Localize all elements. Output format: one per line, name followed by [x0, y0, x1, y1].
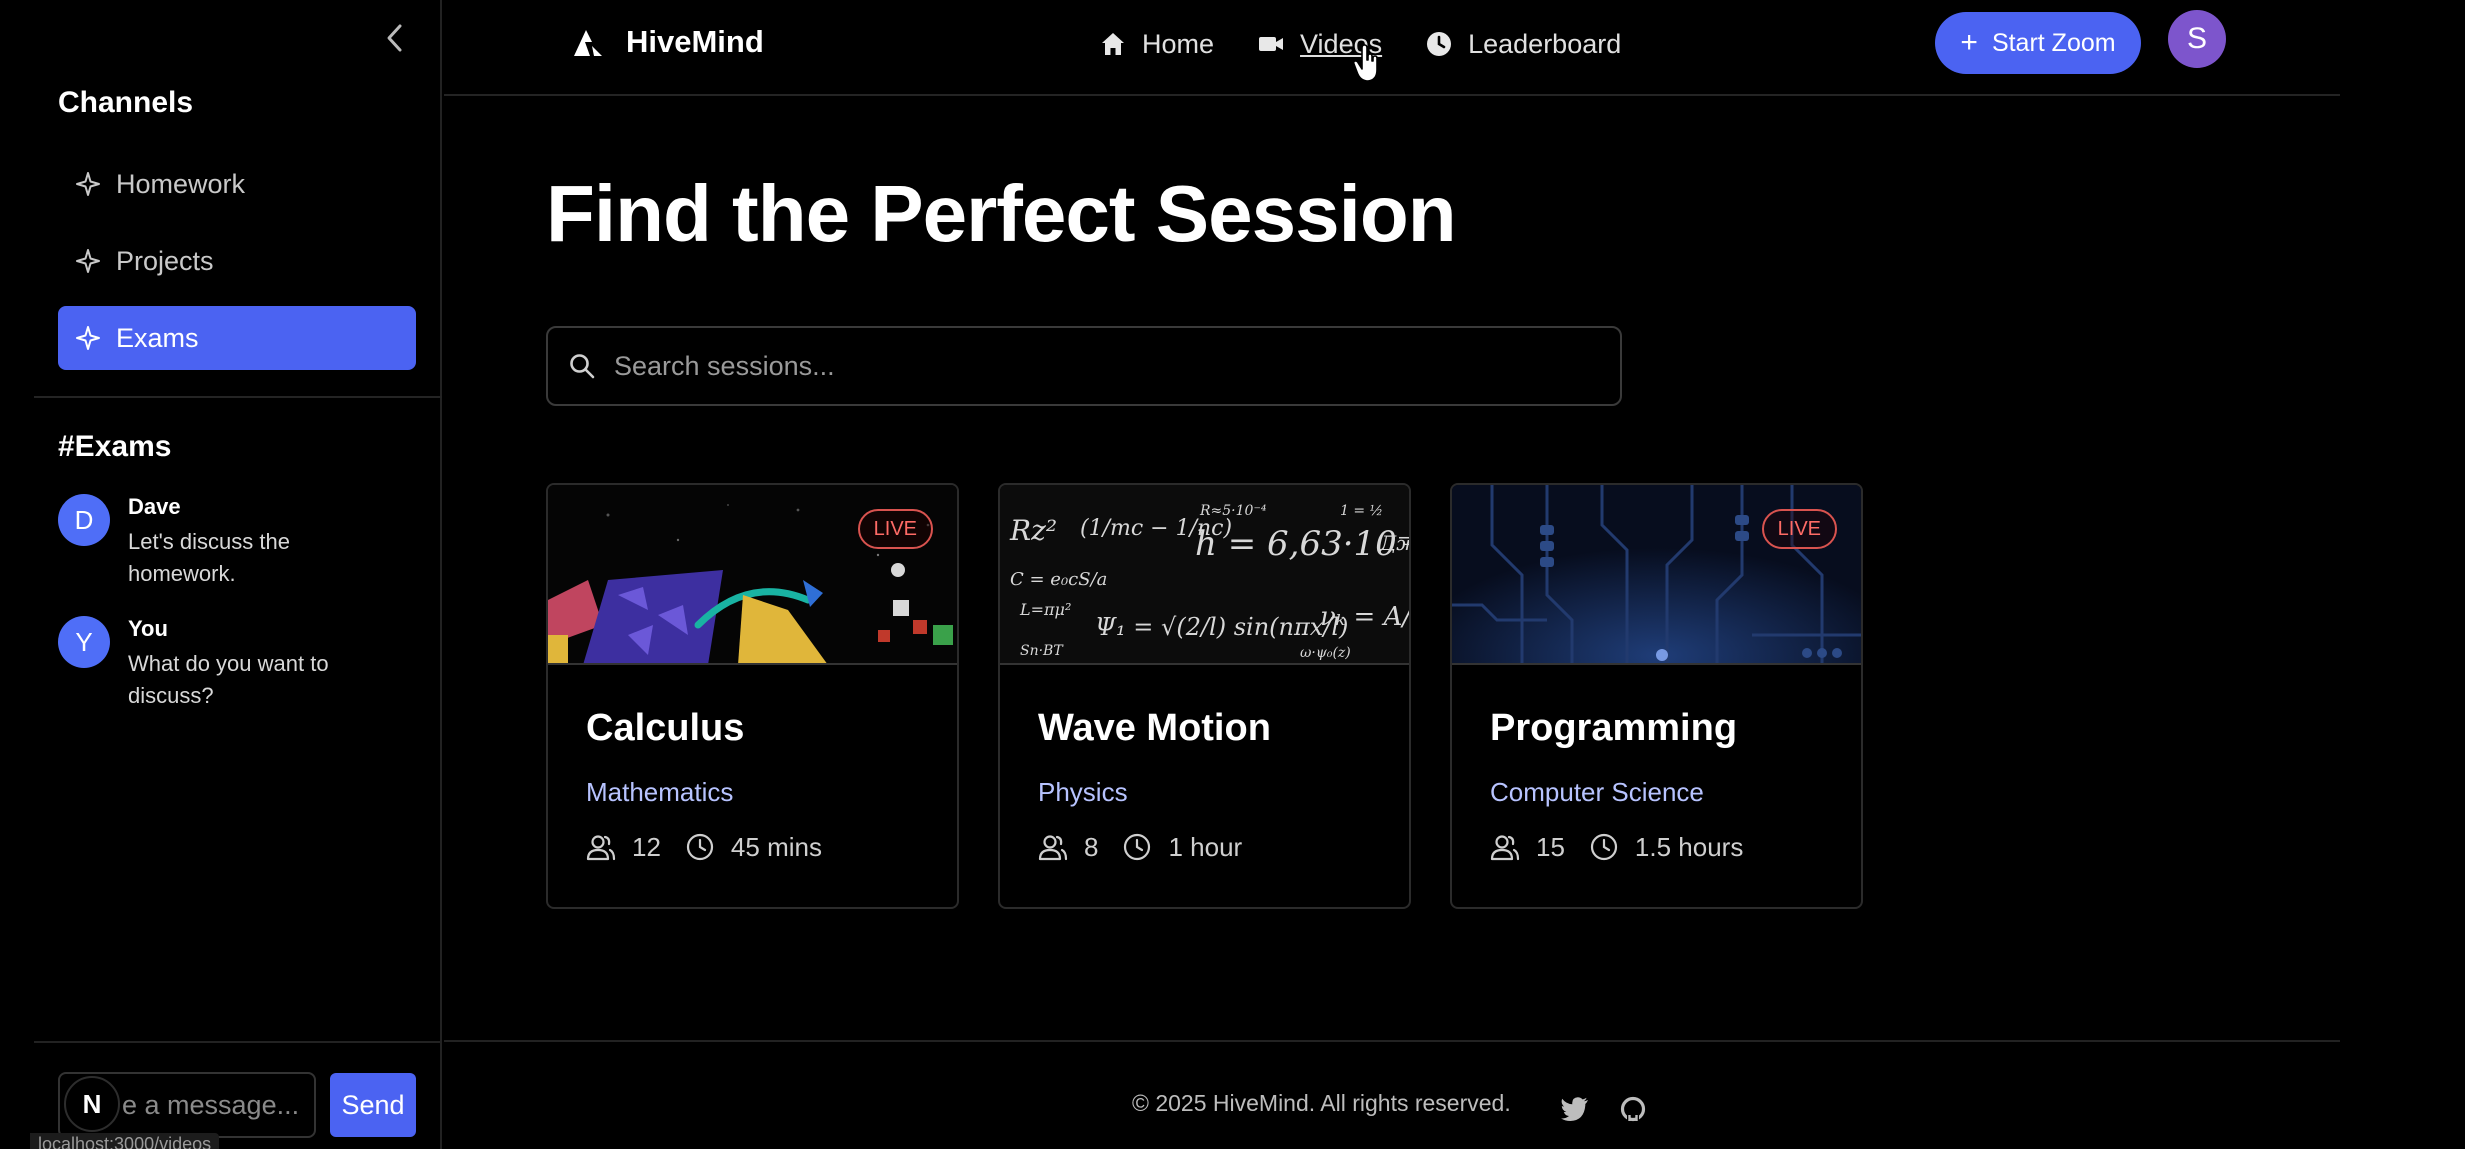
- session-duration: 1.5 hours: [1634, 831, 1744, 862]
- svg-text:Ψ₁ = √(2/l) sin(nπx/l): Ψ₁ = √(2/l) sin(nπx/l): [1095, 613, 1348, 641]
- page-title: Find the Perfect Session: [546, 169, 1457, 258]
- session-subject: Physics: [1038, 777, 1128, 807]
- session-card-programming[interactable]: LIVE Programming Computer Science 15 1.5…: [1450, 483, 1863, 909]
- sidebar: Channels Homework Projects Exams #Exams …: [0, 0, 442, 1149]
- plus-icon: +: [1960, 26, 1978, 59]
- session-subject: Computer Science: [1490, 777, 1704, 807]
- clock-icon: [1589, 831, 1621, 863]
- live-badge: LIVE: [1761, 509, 1837, 549]
- svg-text:Дж: Дж: [1379, 531, 1409, 555]
- collapse-sidebar-button[interactable]: [378, 20, 412, 56]
- video-icon: [1256, 29, 1286, 59]
- message-text: Let's discuss the homework.: [128, 529, 290, 586]
- top-navbar: HiveMind Home Videos Leaderboard + Start…: [444, 0, 2340, 96]
- search-input[interactable]: [614, 350, 1574, 382]
- message-author: Dave: [128, 494, 181, 519]
- message-text: What do you want to discuss?: [128, 651, 329, 708]
- svg-text:Sn·BT: Sn·BT: [1020, 643, 1064, 659]
- message-item: Y You What do you want to discuss?: [58, 616, 418, 712]
- participant-count: 8: [1084, 831, 1099, 862]
- svg-text:1 = ½: 1 = ½: [1340, 503, 1383, 519]
- avatar: D: [58, 494, 110, 546]
- status-url-tooltip: localhost:3000/videos: [30, 1133, 220, 1149]
- svg-text:νₖ = A/h: νₖ = A/h: [1320, 602, 1409, 632]
- session-thumbnail: LIVE: [1452, 485, 1861, 665]
- session-card-calculus[interactable]: LIVE Calculus Mathematics 12 45 mins: [546, 483, 959, 909]
- sparkle-icon: [74, 169, 104, 199]
- nav-home-label: Home: [1142, 28, 1215, 59]
- start-zoom-label: Start Zoom: [1991, 28, 2116, 57]
- session-title: Wave Motion: [1038, 707, 1271, 749]
- message-author: You: [128, 616, 168, 641]
- github-icon: [1620, 1096, 1646, 1122]
- brand-name: HiveMind: [626, 24, 764, 59]
- session-meta: 12 45 mins: [586, 831, 822, 863]
- svg-text:ω·ψ₀(z): ω·ψ₀(z): [1300, 645, 1351, 661]
- channel-label: Projects: [116, 245, 214, 276]
- nav-leaderboard[interactable]: Leaderboard: [1424, 24, 1621, 64]
- github-link[interactable]: [1618, 1094, 1648, 1124]
- chat-heading: #Exams: [58, 430, 172, 463]
- session-duration: 1 hour: [1168, 831, 1243, 862]
- nav-home[interactable]: Home: [1098, 24, 1214, 64]
- session-meta: 15 1.5 hours: [1490, 831, 1743, 863]
- session-thumbnail: LIVE: [548, 485, 957, 665]
- hand-pointer-cursor-icon: [1352, 44, 1378, 82]
- avatar: Y: [58, 616, 110, 668]
- session-card-wave-motion[interactable]: Rz² (1/mc − 1/nc) R≈5·10⁻⁴ h = 6,63·10⁻³…: [998, 483, 1411, 909]
- channel-homework[interactable]: Homework: [58, 152, 416, 216]
- sidebar-divider: [34, 396, 442, 398]
- clock-icon: [1424, 29, 1454, 59]
- users-icon: [1490, 831, 1522, 863]
- send-button[interactable]: Send: [330, 1073, 416, 1137]
- live-badge: LIVE: [857, 509, 933, 549]
- message-input-value: e a message...: [122, 1089, 300, 1120]
- copyright-text: © 2025 HiveMind. All rights reserved.: [1132, 1090, 1511, 1116]
- session-title: Calculus: [586, 707, 745, 749]
- session-title: Programming: [1490, 707, 1738, 749]
- svg-text:h = 6,63·10⁻³⁴: h = 6,63·10⁻³⁴: [1195, 524, 1409, 564]
- svg-text:L=πμ²: L=πμ²: [1019, 600, 1071, 619]
- session-meta: 8 1 hour: [1038, 831, 1242, 863]
- twitter-icon: [1561, 1097, 1588, 1121]
- sparkle-icon: [74, 246, 104, 276]
- users-icon: [586, 831, 618, 863]
- nav-leaderboard-label: Leaderboard: [1468, 28, 1622, 59]
- start-zoom-button[interactable]: + Start Zoom: [1935, 12, 2141, 74]
- sidebar-footer-divider: [34, 1041, 442, 1043]
- svg-text:C = e₀cS/a: C = e₀cS/a: [1010, 569, 1107, 590]
- home-icon: [1098, 29, 1128, 59]
- svg-text:R≈5·10⁻⁴: R≈5·10⁻⁴: [1199, 503, 1267, 519]
- channel-list: Homework Projects Exams: [58, 152, 416, 383]
- twitter-link[interactable]: [1560, 1094, 1590, 1124]
- session-subject: Mathematics: [586, 777, 734, 807]
- channel-exams[interactable]: Exams: [58, 306, 416, 370]
- user-avatar[interactable]: S: [2168, 10, 2226, 68]
- channel-label: Homework: [116, 168, 246, 199]
- message-item: D Dave Let's discuss the homework.: [58, 494, 418, 590]
- svg-text:Rz²: Rz²: [1009, 514, 1057, 547]
- participant-count: 15: [1536, 831, 1565, 862]
- sparkle-icon: [74, 323, 104, 353]
- channels-heading: Channels: [58, 86, 194, 119]
- chevron-left-icon: [387, 24, 402, 52]
- brand-logo[interactable]: HiveMind: [570, 24, 764, 60]
- search-bar[interactable]: [546, 326, 1622, 406]
- clock-icon: [685, 831, 717, 863]
- channel-label: Exams: [116, 322, 199, 353]
- session-duration: 45 mins: [730, 831, 822, 862]
- users-icon: [1038, 831, 1070, 863]
- message-list: D Dave Let's discuss the homework. Y You…: [58, 494, 418, 738]
- participant-count: 12: [632, 831, 661, 862]
- hivemind-logo-icon: [574, 30, 602, 56]
- clock-icon: [1122, 831, 1154, 863]
- search-icon: [568, 351, 598, 381]
- session-cards: LIVE Calculus Mathematics 12 45 mins Rz²…: [546, 483, 1902, 909]
- dev-tools-badge[interactable]: N: [64, 1076, 120, 1132]
- channel-projects[interactable]: Projects: [58, 229, 416, 293]
- footer-divider: [444, 1040, 2340, 1042]
- session-thumbnail: Rz² (1/mc − 1/nc) R≈5·10⁻⁴ h = 6,63·10⁻³…: [1000, 485, 1409, 665]
